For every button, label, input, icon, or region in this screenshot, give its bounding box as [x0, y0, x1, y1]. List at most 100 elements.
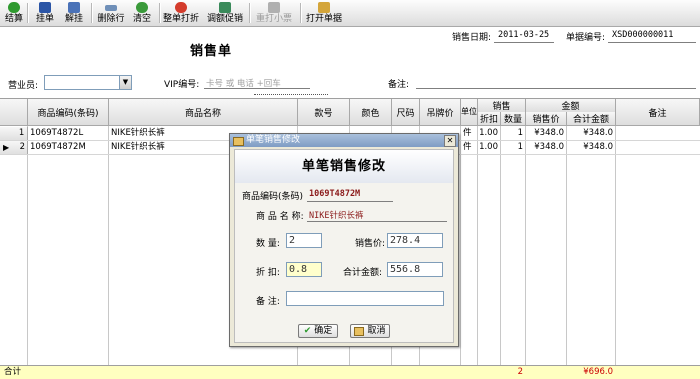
resume-order-label: 解挂	[64, 14, 83, 24]
open-document-label: 打开单据	[306, 14, 343, 24]
promotion-label: 调额促销	[207, 14, 244, 24]
row-name[interactable]: NIKE针织长裤	[111, 141, 231, 154]
totals-row: 合计 2 ¥696.0	[0, 365, 700, 379]
dialog-total-label: 合计金额:	[343, 268, 383, 278]
qty-input[interactable]: 2	[286, 233, 322, 248]
doc-no-value: XSD000000011	[612, 30, 674, 40]
check-icon	[8, 2, 20, 13]
clear-button[interactable]: 清空	[131, 1, 153, 25]
sale-date-label: 销售日期:	[452, 33, 492, 43]
row-qty[interactable]: 1	[501, 141, 523, 154]
promo-icon	[219, 2, 231, 13]
row-sale-price[interactable]: ¥348.0	[526, 141, 564, 154]
row-code[interactable]: 1069T4872L	[30, 127, 108, 140]
dialog-name-label: 商 品 名 称:	[256, 212, 304, 222]
checkout-label: 结算	[4, 14, 23, 24]
col-header-style[interactable]: 款号	[298, 99, 350, 126]
doc-no-label: 单据编号:	[566, 33, 606, 43]
order-header: 销售单 销售日期: 2011-03-25 单据编号: XSD000000011 …	[0, 27, 700, 98]
dialog-titlebar[interactable]: 单笔销售修改 ✕	[230, 134, 458, 147]
col-header-size[interactable]: 尺码	[392, 99, 420, 126]
col-header-remark[interactable]: 备注	[616, 99, 700, 126]
dialog-code-label: 商品编码(条码)	[242, 192, 304, 202]
reprint-receipt-label: 重打小票	[256, 14, 293, 24]
row-unit[interactable]: 件	[463, 141, 477, 154]
row-number: ▶ 2	[0, 141, 28, 154]
dialog-remark-label: 备 注:	[256, 297, 280, 307]
totals-amount: ¥696.0	[583, 367, 613, 377]
window-icon	[233, 137, 244, 146]
toolbar: 结算 挂单 解挂 删除行 清空 整单打折 调额促销 重打小票 打开单据	[0, 0, 700, 27]
whole-discount-label: 整单打折	[163, 14, 200, 24]
row-name[interactable]: NIKE针织长裤	[111, 127, 231, 140]
discount-icon	[175, 2, 187, 13]
save-icon	[39, 2, 51, 13]
row-discount[interactable]: 1.00	[478, 127, 498, 140]
col-header-total[interactable]: 合计金额	[567, 112, 616, 126]
dialog-code-value: 1069T4872M	[309, 189, 361, 199]
current-row-marker-icon: ▶	[3, 143, 10, 152]
col-header-code[interactable]: 商品编码(条码)	[28, 99, 109, 126]
close-icon[interactable]: ✕	[444, 135, 456, 147]
printer-icon	[268, 2, 280, 13]
open-document-button[interactable]: 打开单据	[306, 1, 342, 25]
dialog-window-title: 单笔销售修改	[246, 135, 301, 145]
totals-label: 合计	[4, 367, 22, 377]
col-header-qty[interactable]: 数量	[501, 112, 526, 126]
delete-row-label: 删除行	[97, 14, 125, 24]
folder-icon	[318, 2, 330, 13]
col-header-discount[interactable]: 折扣	[478, 112, 501, 126]
dialog-body: 单笔销售修改 商品编码(条码) 1069T4872M 商 品 名 称: NIKE…	[234, 149, 454, 343]
col-header-name[interactable]: 商品名称	[109, 99, 298, 126]
whole-discount-button[interactable]: 整单打折	[163, 1, 199, 25]
remark-label: 备注:	[388, 80, 410, 90]
resume-order-button[interactable]: 解挂	[63, 1, 85, 25]
cancel-button[interactable]: 取消	[350, 324, 390, 338]
vip-label: VIP编号:	[164, 80, 200, 90]
hold-order-button[interactable]: 挂单	[34, 1, 56, 25]
row-qty[interactable]: 1	[501, 127, 523, 140]
row-code[interactable]: 1069T4872M	[30, 141, 108, 154]
delete-row-button[interactable]: 删除行	[97, 1, 125, 25]
clear-label: 清空	[132, 14, 151, 24]
remark-input[interactable]	[286, 291, 444, 306]
sale-price-input[interactable]: 278.4	[387, 233, 443, 248]
dialog-name-value: NIKE针织长裤	[309, 211, 364, 221]
row-unit[interactable]: 件	[463, 127, 477, 140]
row-discount[interactable]: 1.00	[478, 141, 498, 154]
cancel-label: 取消	[367, 326, 386, 336]
dialog-qty-label: 数 量:	[256, 239, 280, 249]
col-header-sale-group: 销售	[478, 99, 526, 113]
sale-date-value[interactable]: 2011-03-25	[498, 30, 549, 40]
col-header-unit[interactable]: 单位	[461, 99, 478, 126]
total-amount-input[interactable]: 556.8	[387, 262, 443, 277]
edit-sale-dialog: 单笔销售修改 ✕ 单笔销售修改 商品编码(条码) 1069T4872M 商 品 …	[229, 133, 459, 347]
cancel-icon	[354, 326, 365, 336]
check-icon: ✔	[303, 326, 312, 336]
row-sale-price[interactable]: ¥348.0	[526, 127, 564, 140]
reprint-receipt-button[interactable]: 重打小票	[256, 1, 292, 25]
row-total: ¥348.0	[583, 142, 613, 152]
chevron-down-icon[interactable]: ▼	[119, 76, 131, 89]
salesperson-select[interactable]: ▼	[44, 75, 132, 90]
document-icon	[68, 2, 80, 13]
promotion-button[interactable]: 调额促销	[207, 1, 243, 25]
col-header-color[interactable]: 颜色	[350, 99, 392, 126]
page-title: 销售单	[190, 44, 233, 59]
totals-qty: 2	[517, 367, 523, 377]
salesperson-label: 营业员:	[8, 81, 39, 91]
col-header-tag-price[interactable]: 吊牌价	[420, 99, 461, 126]
refresh-icon	[136, 2, 148, 13]
checkout-button[interactable]: 结算	[4, 1, 24, 25]
discount-input[interactable]: 0.8	[286, 262, 322, 277]
dialog-heading: 单笔销售修改	[235, 150, 453, 183]
dialog-price-label: 销售价:	[355, 239, 386, 249]
col-header-amount-group: 金额	[526, 99, 616, 113]
delete-row-icon	[105, 5, 117, 11]
confirm-button[interactable]: ✔ 确定	[298, 324, 338, 338]
row-total: ¥348.0	[583, 128, 613, 138]
hold-order-label: 挂单	[35, 14, 54, 24]
confirm-label: 确定	[314, 326, 333, 336]
col-header-sale-price[interactable]: 销售价	[526, 112, 567, 126]
row-number: 1	[0, 127, 28, 140]
